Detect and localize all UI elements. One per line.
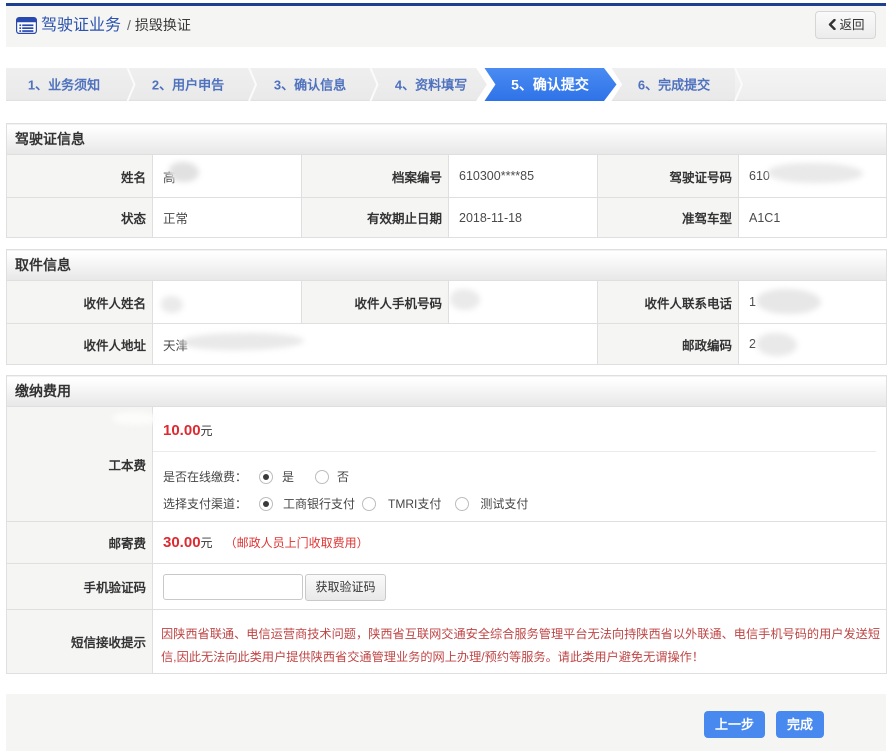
svg-text:2、用户申告: 2、用户申告 [152, 78, 224, 93]
svg-text:5、确认提交: 5、确认提交 [511, 77, 589, 93]
svg-text:6、完成提交: 6、完成提交 [638, 78, 710, 93]
svg-text:3、确认信息: 3、确认信息 [274, 78, 346, 93]
svg-text:1、业务须知: 1、业务须知 [28, 78, 100, 93]
svg-text:4、资料填写: 4、资料填写 [395, 78, 467, 93]
